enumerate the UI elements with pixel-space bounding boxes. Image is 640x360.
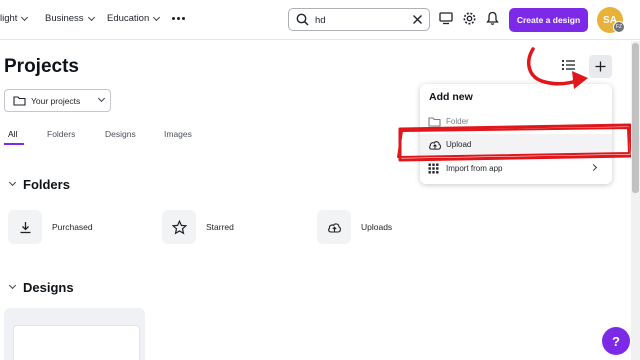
arrow-head <box>572 71 588 89</box>
scrollbar-thumb[interactable] <box>632 43 639 193</box>
red-annotation-overlay <box>397 47 634 162</box>
help-button[interactable]: ? <box>602 327 630 355</box>
page-scrollbar[interactable] <box>631 41 640 360</box>
